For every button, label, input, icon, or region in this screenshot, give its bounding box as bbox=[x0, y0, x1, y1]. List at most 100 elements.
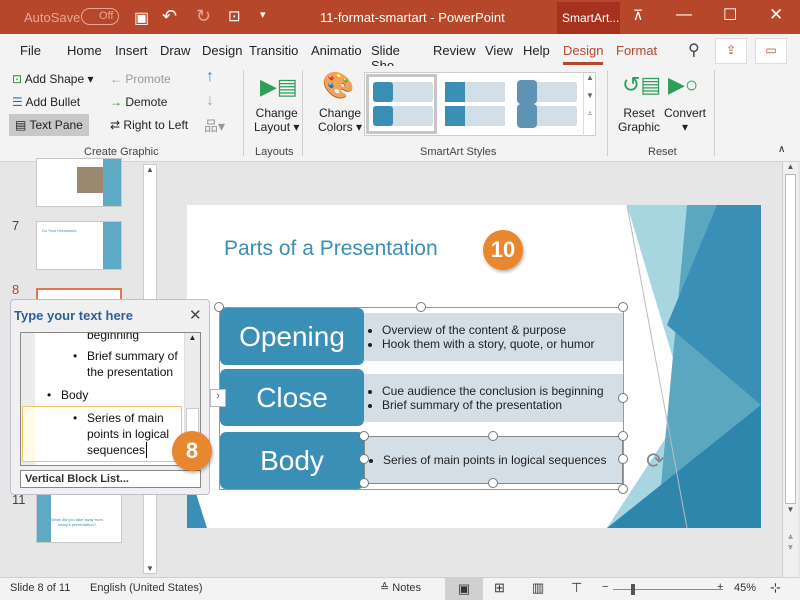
reset-graphic-button[interactable]: Reset Graphic bbox=[618, 106, 660, 134]
slide-thumb-7[interactable]: Do Your Homework bbox=[36, 221, 122, 270]
slide-title[interactable]: Parts of a Presentation bbox=[224, 237, 438, 261]
smartart-text-body[interactable]: Series of main points in logical sequenc… bbox=[364, 436, 623, 484]
text-pane-toggle-icon[interactable]: › bbox=[210, 389, 226, 407]
resize-handle[interactable] bbox=[359, 431, 369, 441]
change-colors-label: Change bbox=[319, 106, 362, 120]
slideshow-icon[interactable]: ⊤ bbox=[571, 580, 582, 596]
zoom-in-icon[interactable]: + bbox=[717, 581, 723, 593]
close-icon[interactable]: ✕ bbox=[189, 306, 202, 324]
style-option-1[interactable] bbox=[366, 74, 437, 134]
autosave-toggle[interactable]: Off bbox=[81, 8, 119, 25]
smartart-shape-close[interactable]: Close bbox=[220, 369, 364, 426]
tab-file[interactable]: File bbox=[20, 43, 41, 58]
move-up-icon[interactable]: ↑ bbox=[206, 68, 214, 86]
zoom-level[interactable]: 45% bbox=[734, 582, 756, 594]
present-icon[interactable]: ⊡ bbox=[228, 7, 241, 25]
redo-icon[interactable]: ↻ bbox=[196, 6, 211, 27]
resize-handle[interactable] bbox=[214, 302, 224, 312]
zoom-slider-thumb[interactable] bbox=[631, 584, 635, 595]
convert-button[interactable]: Convert ▾ bbox=[664, 106, 706, 134]
tab-design[interactable]: Design bbox=[202, 43, 242, 58]
promote-button[interactable]: ← Promote bbox=[110, 72, 171, 86]
language-indicator[interactable]: English (United States) bbox=[90, 582, 203, 594]
resize-handle[interactable] bbox=[618, 302, 628, 312]
change-layout-button[interactable]: Change Layout ▾ bbox=[254, 106, 299, 134]
add-bullet-icon: ☰ bbox=[12, 95, 23, 109]
ribbon: ⊡ Add Shape ▾ ☰ Add Bullet ▤ Text Pane ←… bbox=[0, 66, 800, 162]
group-smartart-styles: SmartArt Styles bbox=[420, 146, 497, 158]
resize-handle[interactable] bbox=[488, 431, 498, 441]
text-line: beginning bbox=[87, 332, 140, 342]
slide-sorter-icon[interactable]: ⊞ bbox=[494, 580, 505, 596]
smartart-shape-opening[interactable]: Opening bbox=[220, 308, 364, 365]
undo-icon[interactable]: ↶ bbox=[162, 6, 177, 27]
rotate-handle-icon[interactable]: ⟳ bbox=[646, 448, 664, 474]
tab-help[interactable]: Help bbox=[523, 43, 550, 58]
minimize-icon[interactable]: — bbox=[676, 6, 692, 24]
style-option-2[interactable] bbox=[443, 74, 513, 134]
window-title: 11-format-smartart - PowerPoint bbox=[320, 10, 505, 25]
zoom-out-icon[interactable]: − bbox=[602, 581, 608, 593]
add-bullet-button[interactable]: ☰ Add Bullet bbox=[12, 95, 80, 109]
collapse-ribbon-icon[interactable]: ∧ bbox=[778, 144, 785, 155]
resize-handle[interactable] bbox=[488, 478, 498, 488]
resize-handle[interactable] bbox=[359, 454, 369, 464]
right-to-left-button[interactable]: ⇄ Right to Left bbox=[110, 118, 188, 132]
zoom-slider[interactable] bbox=[613, 584, 723, 595]
resize-handle[interactable] bbox=[416, 302, 426, 312]
tab-transitions[interactable]: Transitio bbox=[249, 43, 301, 58]
tab-animations[interactable]: Animatio bbox=[311, 43, 363, 58]
resize-handle[interactable] bbox=[618, 484, 628, 494]
smartart-text-opening[interactable]: Overview of the content & purposeHook th… bbox=[364, 313, 623, 361]
autosave-label: AutoSave bbox=[24, 10, 81, 25]
fit-to-window-icon[interactable]: ⊹ bbox=[770, 580, 781, 596]
resize-handle[interactable] bbox=[618, 431, 628, 441]
style-option-3[interactable] bbox=[515, 74, 585, 134]
tab-insert[interactable]: Insert bbox=[115, 43, 148, 58]
close-icon[interactable]: ✕ bbox=[769, 5, 783, 25]
demote-button[interactable]: → Demote bbox=[110, 95, 167, 109]
resize-handle[interactable] bbox=[618, 393, 628, 403]
slide-thumb-11[interactable]: What did you take away from today's pres… bbox=[36, 494, 122, 543]
gallery-scroll[interactable]: ▲ ▼ ⩡ bbox=[583, 73, 596, 136]
resize-handle[interactable] bbox=[618, 454, 628, 464]
layout-org-icon[interactable]: 品▾ bbox=[204, 116, 225, 136]
change-colors-button[interactable]: Change Colors ▾ bbox=[318, 106, 362, 134]
reading-view-icon[interactable]: ▥ bbox=[532, 580, 544, 596]
tab-draw[interactable]: Draw bbox=[160, 43, 190, 58]
text-line: Body bbox=[61, 388, 89, 402]
tab-format[interactable]: Format bbox=[616, 43, 657, 58]
callout-badge-10: 10 bbox=[483, 230, 523, 270]
search-icon[interactable]: ⚲ bbox=[688, 40, 700, 60]
text-pane-button[interactable]: ▤ Text Pane bbox=[9, 114, 89, 136]
editor-scrollbar[interactable]: ▲ ▼ ⩓ ⩔ bbox=[782, 162, 798, 577]
promote-label: Promote bbox=[125, 72, 171, 86]
slide-counter: Slide 8 of 11 bbox=[10, 582, 71, 594]
notes-button[interactable]: ≙ Notes bbox=[380, 581, 421, 594]
group-layouts: Layouts bbox=[255, 146, 294, 158]
ribbon-display-icon[interactable]: ⊼ bbox=[633, 7, 643, 24]
resize-handle[interactable] bbox=[359, 478, 369, 488]
tab-smartart-design[interactable]: Design bbox=[563, 43, 604, 65]
group-reset: Reset bbox=[648, 146, 677, 158]
text-line: Brief summary of bbox=[87, 349, 178, 363]
bullet: Cue audience the conclusion is beginning bbox=[382, 384, 623, 398]
normal-view-icon[interactable]: ▣ bbox=[445, 578, 483, 600]
smartart-text-close[interactable]: Cue audience the conclusion is beginning… bbox=[364, 374, 623, 422]
text-line: sequences bbox=[87, 442, 148, 458]
slide-thumb-6[interactable] bbox=[36, 158, 122, 207]
layout-name-link[interactable]: Vertical Block List... bbox=[20, 470, 201, 488]
move-down-icon[interactable]: ↓ bbox=[206, 92, 214, 110]
customize-qat-icon[interactable]: ▾ bbox=[260, 8, 266, 21]
maximize-icon[interactable]: ☐ bbox=[723, 5, 737, 25]
comments-icon[interactable]: ▭ bbox=[755, 38, 787, 64]
share-icon[interactable]: ⇪ bbox=[715, 38, 747, 64]
tab-home[interactable]: Home bbox=[67, 43, 102, 58]
add-shape-button[interactable]: ⊡ Add Shape ▾ bbox=[12, 72, 93, 86]
smartart-shape-body[interactable]: Body bbox=[220, 432, 364, 489]
tab-view[interactable]: View bbox=[485, 43, 513, 58]
bullet: Brief summary of the presentation bbox=[382, 398, 623, 412]
tab-review[interactable]: Review bbox=[433, 43, 476, 58]
save-icon[interactable]: ▣ bbox=[134, 8, 149, 28]
text-line: points in logical bbox=[87, 427, 170, 441]
